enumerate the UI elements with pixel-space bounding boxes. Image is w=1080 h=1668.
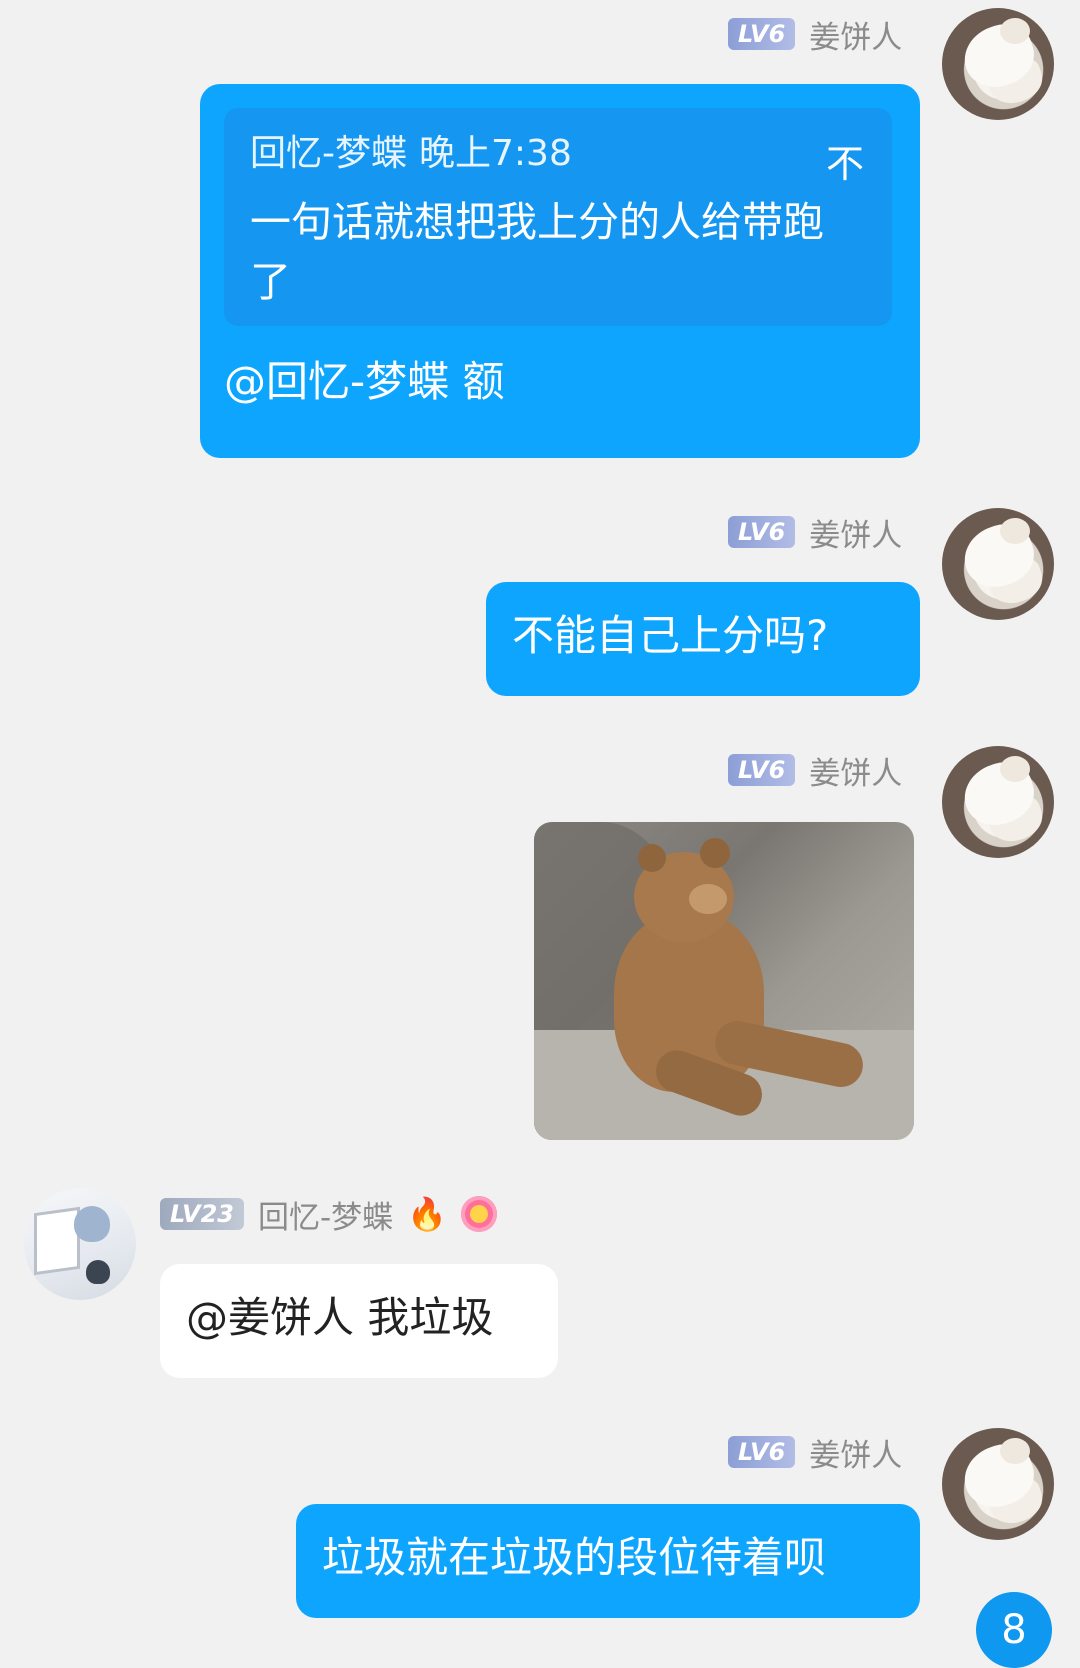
message-bubble[interactable]: 垃圾就在垃圾的段位待着呗 (296, 1504, 920, 1618)
bear-meme-image[interactable] (534, 822, 914, 1140)
quote-mark: 不 (825, 142, 864, 186)
sender-name[interactable]: 姜饼人 (809, 12, 902, 57)
quote-time: 晚上7:38 (419, 133, 572, 174)
unread-count-badge[interactable]: 8 (976, 1592, 1052, 1668)
message-bubble[interactable]: @姜饼人 我垃圾 (160, 1264, 558, 1378)
quote-text: 一句话就想把我上分的人给带跑了 (250, 198, 824, 306)
avatar[interactable] (24, 1188, 136, 1300)
sender-name[interactable]: 姜饼人 (809, 748, 902, 793)
sender-header: LV6 姜饼人 (728, 1430, 902, 1475)
quote-header: 回忆-梦蝶 晚上7:38 (250, 130, 866, 178)
avatar[interactable] (942, 508, 1054, 620)
level-badge: LV6 (728, 1436, 796, 1468)
sender-header: LV23 回忆-梦蝶 🔥 (160, 1192, 497, 1237)
message-text: 不能自己上分吗? (512, 611, 829, 660)
level-badge: LV6 (728, 516, 796, 548)
avatar[interactable] (942, 8, 1054, 120)
avatar[interactable] (942, 746, 1054, 858)
message-text: @姜饼人 我垃圾 (186, 1293, 494, 1342)
message-bubble[interactable]: 回忆-梦蝶 晚上7:38 不 一句话就想把我上分的人给带跑了 @回忆-梦蝶 额 (200, 84, 920, 458)
sender-header: LV6 姜饼人 (728, 510, 902, 555)
level-badge: LV6 (728, 754, 796, 786)
sender-name[interactable]: 姜饼人 (809, 1430, 902, 1475)
fire-icon: 🔥 (407, 1195, 447, 1233)
quote-author: 回忆-梦蝶 (250, 133, 407, 174)
sender-name[interactable]: 姜饼人 (809, 510, 902, 555)
sender-header: LV6 姜饼人 (728, 12, 902, 57)
avatar[interactable] (942, 1428, 1054, 1540)
level-badge: LV6 (728, 18, 796, 50)
quoted-reply[interactable]: 回忆-梦蝶 晚上7:38 不 一句话就想把我上分的人给带跑了 (224, 108, 892, 326)
message-text: 垃圾就在垃圾的段位待着呗 (322, 1533, 827, 1582)
flower-icon (461, 1196, 497, 1232)
sender-header: LV6 姜饼人 (728, 748, 902, 793)
level-badge: LV23 (160, 1198, 244, 1230)
sender-name[interactable]: 回忆-梦蝶 (258, 1192, 393, 1237)
message-bubble[interactable]: 不能自己上分吗? (486, 582, 920, 696)
message-text: @回忆-梦蝶 额 (224, 357, 505, 406)
